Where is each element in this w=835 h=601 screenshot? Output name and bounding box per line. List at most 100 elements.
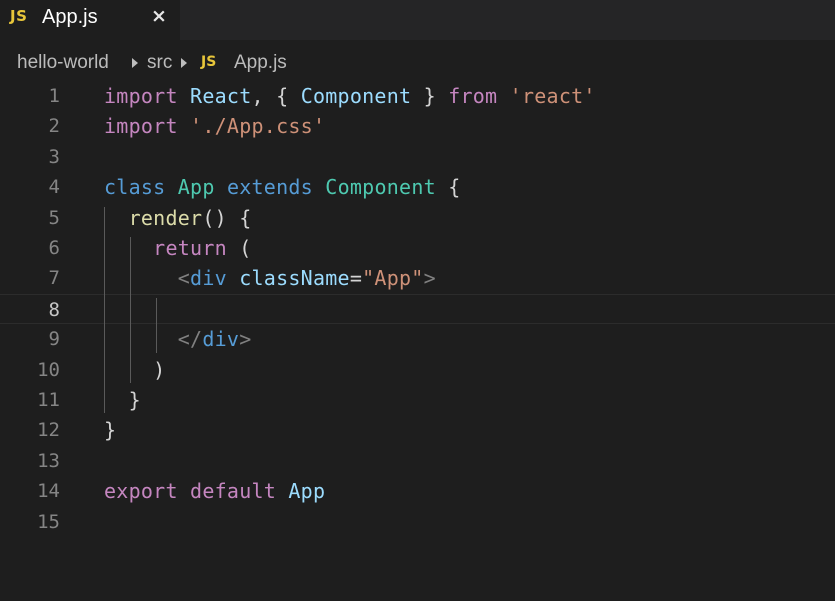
indent-guide xyxy=(130,237,131,383)
code-line[interactable]: 14 export default App xyxy=(0,476,835,506)
code-line[interactable]: 6 return ( xyxy=(0,233,835,263)
line-number: 3 xyxy=(48,145,60,168)
breadcrumb: hello-world src JS App.js xyxy=(0,44,835,82)
breadcrumb-item-hello-world[interactable]: hello-world xyxy=(17,52,109,74)
code-line[interactable]: 3 xyxy=(0,142,835,172)
code-token: extends xyxy=(226,175,313,200)
code-token: default xyxy=(190,479,277,504)
code-token: = xyxy=(349,266,363,291)
code-line[interactable]: 15 xyxy=(0,507,835,537)
code-token: > xyxy=(239,327,252,352)
code-line[interactable]: 7 <div className="App"> xyxy=(0,263,835,293)
code-token: } xyxy=(104,388,141,412)
line-number: 5 xyxy=(48,206,60,229)
code-text: import './App.css' xyxy=(104,114,325,138)
breadcrumb-item-app-js[interactable]: App.js xyxy=(234,52,287,74)
tab-label: App.js xyxy=(42,6,98,28)
line-number: 6 xyxy=(48,237,60,259)
line-number: 9 xyxy=(48,328,60,351)
code-editor[interactable]: 1 import React, { Component } from 'react… xyxy=(0,80,835,601)
code-text: render() { xyxy=(104,206,252,230)
indent-guide xyxy=(104,206,105,414)
code-token: } xyxy=(104,418,117,443)
code-line[interactable]: 11 } xyxy=(0,385,835,415)
code-line[interactable]: 5 render() { xyxy=(0,203,835,233)
javascript-file-icon: JS xyxy=(201,54,217,70)
code-token: import xyxy=(104,114,178,139)
tab-bar: JS App.js × xyxy=(0,0,835,40)
code-token: return xyxy=(153,236,227,260)
chevron-right-icon xyxy=(181,58,187,68)
line-number: 7 xyxy=(48,267,60,290)
line-number: 14 xyxy=(37,480,60,503)
code-token: </ xyxy=(177,327,203,352)
code-line[interactable]: 2 import './App.css' xyxy=(0,111,835,141)
line-number: 2 xyxy=(48,115,60,138)
code-line[interactable]: 8 xyxy=(0,293,835,324)
code-token: Component xyxy=(300,84,412,108)
tab-app-js[interactable]: JS App.js × xyxy=(0,0,180,40)
code-line[interactable]: 1 import React, { Component } from 'react… xyxy=(0,81,835,111)
line-number: 11 xyxy=(37,389,60,411)
code-token: ) xyxy=(104,357,166,382)
code-text: export default App xyxy=(104,479,325,503)
close-icon[interactable]: × xyxy=(151,5,167,27)
line-number: 10 xyxy=(37,358,60,381)
code-token: { xyxy=(435,175,461,200)
code-line[interactable]: 12} xyxy=(0,415,835,445)
code-line[interactable]: 10 ) xyxy=(0,355,835,385)
code-token: } xyxy=(411,84,449,108)
code-token: "App" xyxy=(362,266,424,291)
code-token: App xyxy=(177,175,215,200)
code-line[interactable]: 13 xyxy=(0,446,835,476)
code-text: import React, { Component } from 'react' xyxy=(104,84,596,108)
code-text: <div className="App"> xyxy=(104,266,436,290)
line-number: 13 xyxy=(37,449,60,472)
code-token: from xyxy=(448,84,498,108)
code-token: div xyxy=(202,327,240,352)
code-token: React xyxy=(190,84,252,108)
code-token: , { xyxy=(251,84,301,108)
breadcrumb-item-src[interactable]: src xyxy=(147,52,172,74)
code-line[interactable]: 9 </div> xyxy=(0,324,835,354)
code-text: return ( xyxy=(104,236,252,260)
line-number: 15 xyxy=(37,510,60,533)
code-token: < xyxy=(177,266,191,291)
line-number: 8 xyxy=(48,298,60,321)
code-text: } xyxy=(104,418,116,442)
line-number: 12 xyxy=(37,419,60,442)
code-line[interactable]: 4 class App extends Component { xyxy=(0,172,835,202)
code-token: import xyxy=(104,84,178,108)
code-token: ( xyxy=(226,236,252,260)
javascript-file-icon: JS xyxy=(10,7,28,25)
code-token: App xyxy=(288,479,326,504)
code-text: ) xyxy=(104,358,165,382)
code-text: } xyxy=(104,388,141,412)
code-token: export xyxy=(104,479,178,504)
code-token: () { xyxy=(202,205,252,230)
code-token: './App.css' xyxy=(190,114,326,139)
chevron-right-icon xyxy=(132,58,138,68)
line-number: 4 xyxy=(48,176,60,199)
indent-guide xyxy=(156,297,157,353)
code-token: 'react' xyxy=(509,84,596,108)
code-text: class App extends Component { xyxy=(104,175,461,199)
code-token: div xyxy=(190,266,227,291)
code-token: className xyxy=(239,266,350,291)
code-token: Component xyxy=(325,175,436,200)
code-text: </div> xyxy=(104,327,252,351)
code-token: render xyxy=(128,205,203,230)
